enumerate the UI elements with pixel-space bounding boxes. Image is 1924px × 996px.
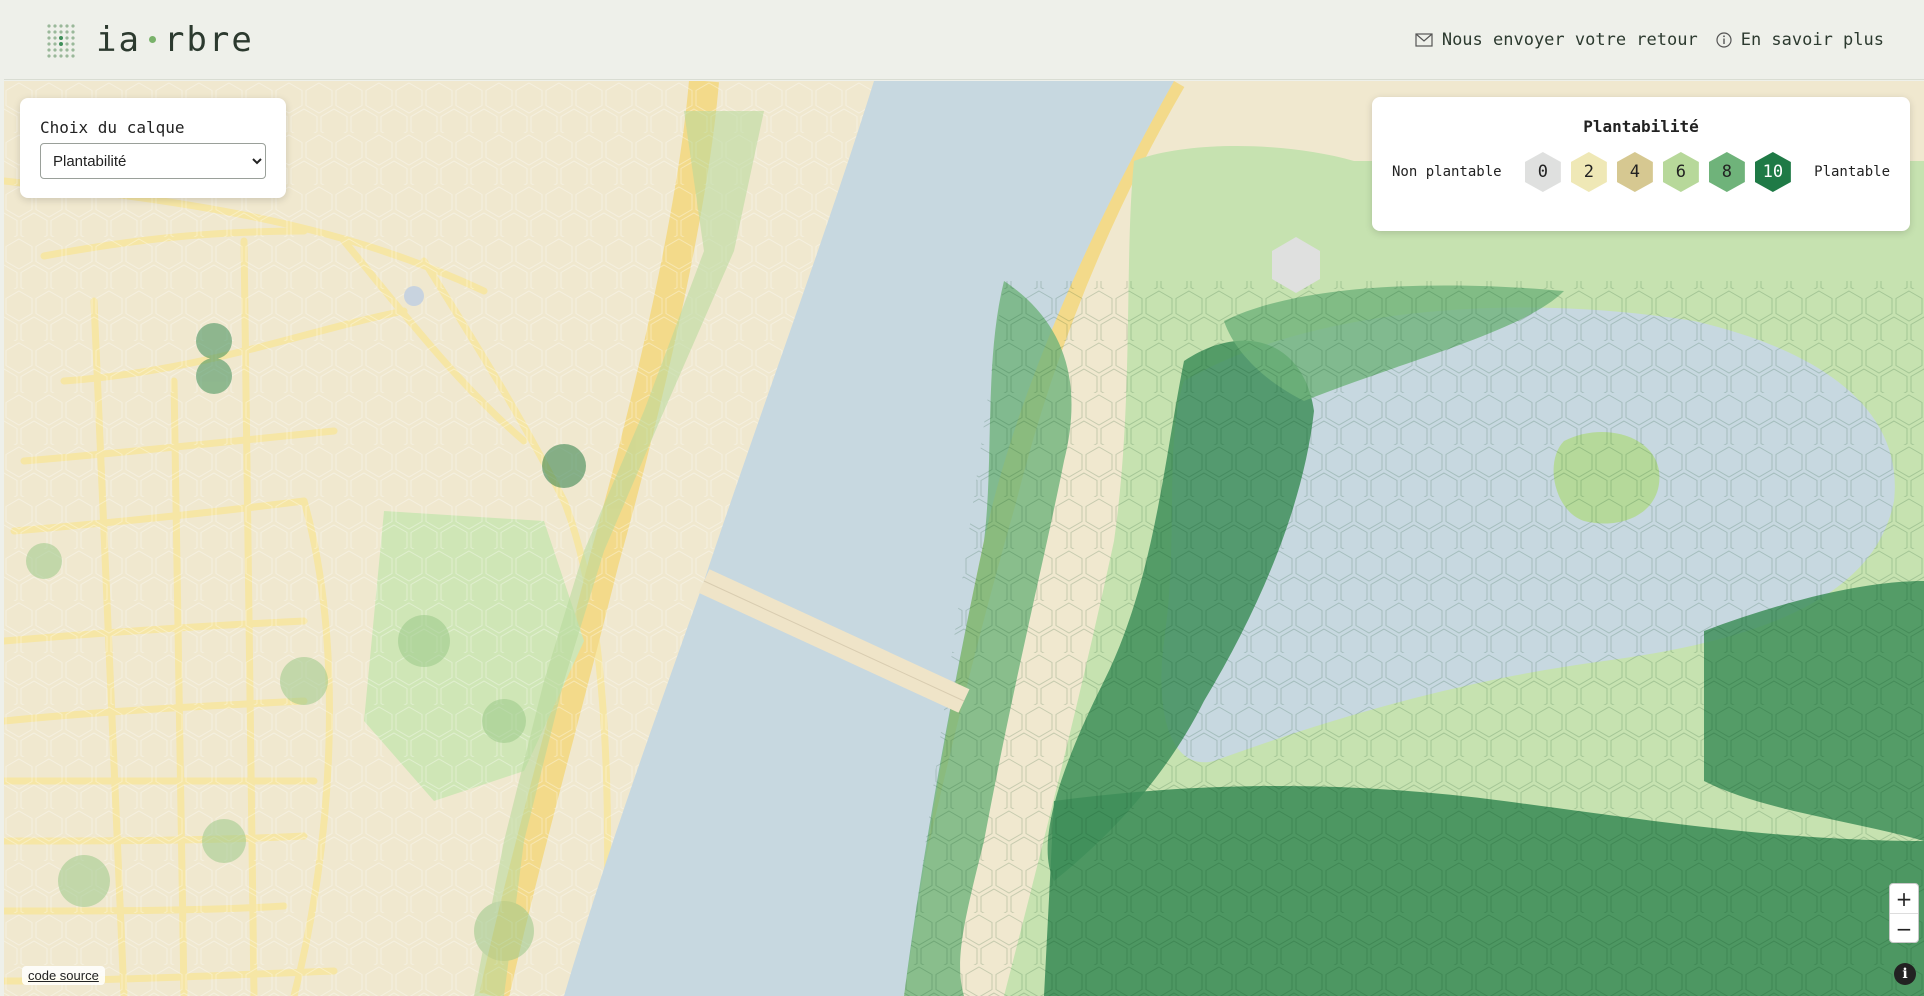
zoom-in-button[interactable]: + bbox=[1890, 884, 1918, 913]
brand-name-right: rbre bbox=[163, 19, 254, 60]
layer-select[interactable]: Plantabilité bbox=[40, 143, 266, 179]
gray-marker bbox=[404, 286, 424, 306]
about-link[interactable]: En savoir plus bbox=[1716, 30, 1884, 50]
top-bar: ia rbre Nous envoyer votre retour En sav… bbox=[4, 0, 1924, 80]
legend-class-10: 10 bbox=[1754, 152, 1791, 192]
layer-label: Choix du calque bbox=[40, 118, 185, 137]
layer-panel: Choix du calque Plantabilité bbox=[20, 98, 286, 198]
legend-title: Plantabilité bbox=[1583, 117, 1699, 136]
zoom-out-button[interactable]: − bbox=[1890, 914, 1918, 943]
zoom-control: + − bbox=[1889, 883, 1919, 943]
mail-icon bbox=[1415, 32, 1433, 47]
legend-high-label: Plantable bbox=[1814, 164, 1890, 180]
logo-icon bbox=[47, 23, 75, 58]
legend-class-6: 6 bbox=[1662, 152, 1699, 192]
about-label: En savoir plus bbox=[1740, 29, 1884, 50]
legend-class-2: 2 bbox=[1570, 152, 1607, 192]
legend-low-label: Non plantable bbox=[1392, 164, 1502, 180]
info-icon bbox=[1716, 31, 1732, 48]
app: ia rbre Nous envoyer votre retour En sav… bbox=[4, 0, 1924, 996]
hex-grid-right bbox=[904, 281, 1924, 996]
legend-scale: 0 2 4 6 8 10 bbox=[1524, 152, 1791, 192]
brand[interactable]: ia rbre bbox=[44, 20, 254, 60]
legend-row: Non plantable 0 2 4 6 8 10 Plantable bbox=[1392, 152, 1890, 192]
brand-name: ia rbre bbox=[96, 20, 254, 60]
top-links: Nous envoyer votre retour En savoir plus bbox=[1415, 30, 1884, 50]
legend-panel: Plantabilité Non plantable 0 2 4 6 8 10 … bbox=[1372, 97, 1910, 231]
feedback-link[interactable]: Nous envoyer votre retour bbox=[1415, 30, 1698, 50]
source-code-link[interactable]: code source bbox=[22, 966, 105, 985]
feedback-label: Nous envoyer votre retour bbox=[1441, 29, 1698, 50]
brand-dot bbox=[148, 36, 156, 43]
attribution-info-icon[interactable]: i bbox=[1894, 963, 1916, 985]
legend-class-4: 4 bbox=[1616, 152, 1653, 192]
brand-name-left: ia bbox=[96, 19, 141, 60]
legend-class-0: 0 bbox=[1524, 152, 1561, 192]
legend-class-8: 8 bbox=[1708, 152, 1745, 192]
